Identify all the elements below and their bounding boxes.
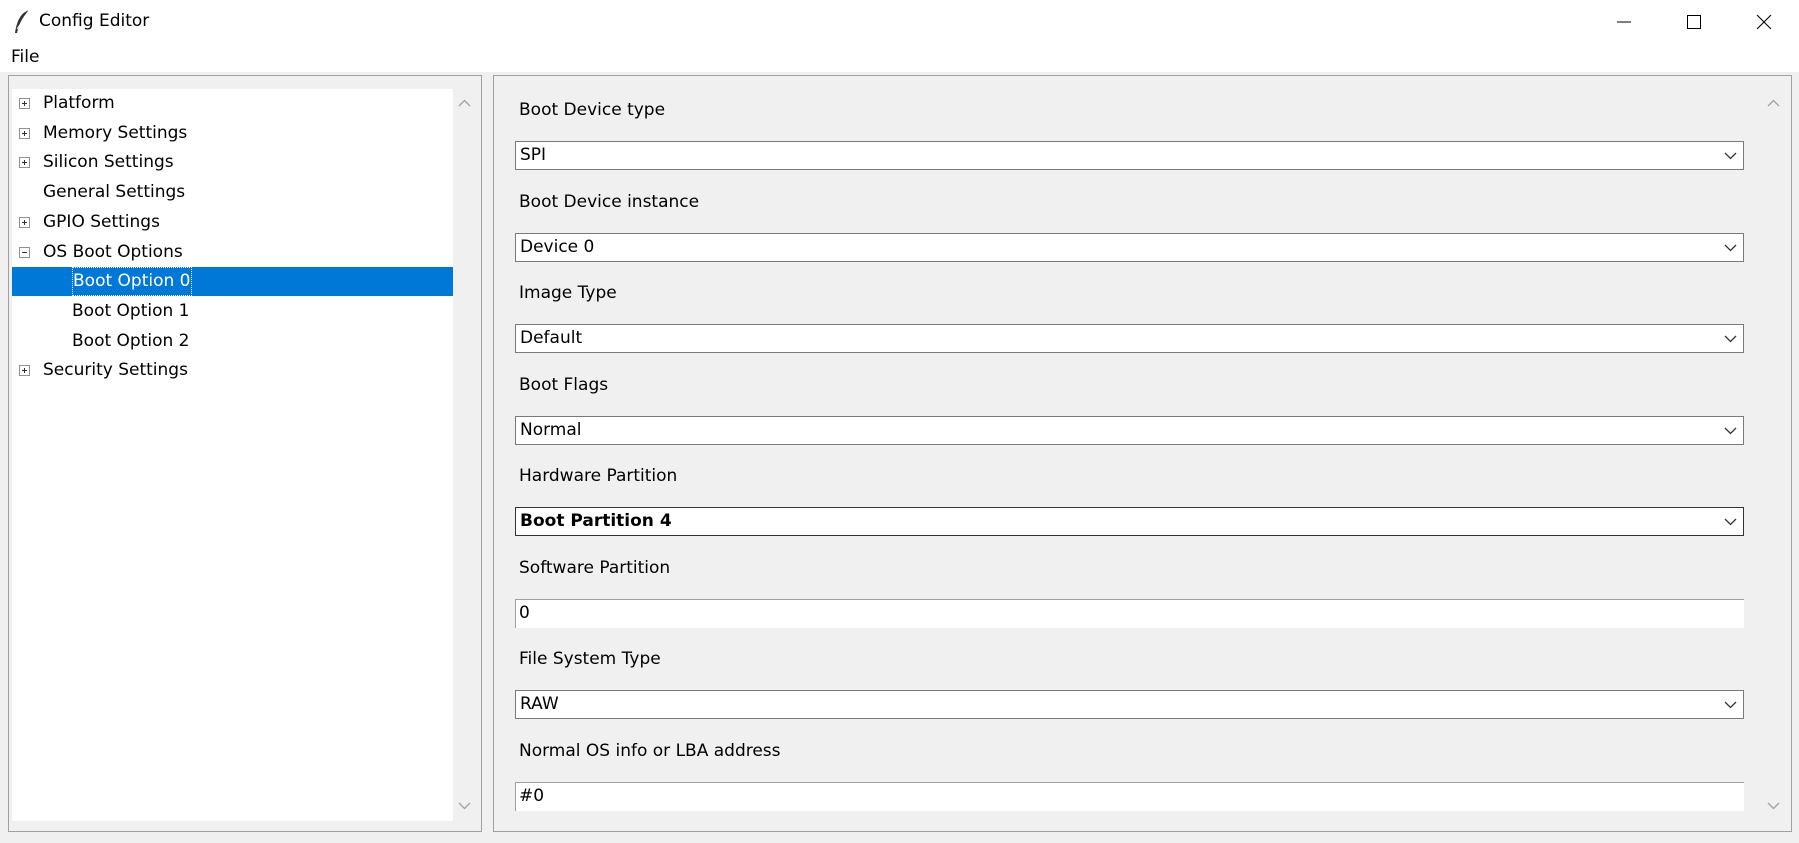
combobox[interactable]: SPI — [515, 141, 1744, 170]
chevron-down-icon[interactable] — [1724, 152, 1737, 160]
minimize-icon — [1617, 21, 1631, 23]
combobox-value: Normal — [520, 419, 582, 440]
expand-plus-icon[interactable] — [19, 157, 30, 169]
tree-item[interactable]: GPIO Settings — [12, 208, 453, 237]
text-entry[interactable]: #0 — [515, 781, 1744, 811]
chevron-down-icon[interactable] — [1767, 802, 1780, 810]
combobox-value: SPI — [520, 145, 547, 165]
text-entry-value: #0 — [519, 785, 545, 806]
tree-item[interactable]: Silicon Settings — [12, 148, 453, 177]
field-label: Boot Device instance — [519, 191, 700, 212]
tree-item[interactable]: Boot Option 2 — [12, 327, 453, 356]
tree-item[interactable]: Boot Option 0 — [12, 267, 453, 297]
chevron-down-icon[interactable] — [1724, 335, 1737, 343]
settings-tree[interactable]: Platform Memory Settings Silicon Settings G… — [12, 89, 453, 821]
field-label: Software Partition — [519, 557, 671, 578]
chevron-up-icon[interactable] — [458, 99, 471, 107]
tree-item-label: Boot Option 0 — [72, 267, 192, 297]
maximize-button[interactable] — [1659, 0, 1729, 44]
combobox[interactable]: Boot Partition 4 — [515, 507, 1744, 536]
tree-item[interactable]: Boot Option 1 — [12, 297, 453, 326]
combobox-value: RAW — [520, 694, 559, 714]
tree-item-label: Silicon Settings — [43, 152, 174, 173]
combobox-value: Default — [520, 328, 583, 348]
combobox[interactable]: Normal — [515, 415, 1744, 445]
tree-scrollbar[interactable] — [453, 89, 476, 821]
field-label: File System Type — [519, 649, 661, 669]
menu-file[interactable]: File — [9, 47, 41, 67]
field-label: Hardware Partition — [519, 466, 678, 486]
combobox[interactable]: RAW — [515, 690, 1744, 719]
text-entry-value: 0 — [519, 602, 530, 623]
close-icon — [1756, 14, 1772, 30]
tree-item[interactable]: Platform — [12, 89, 453, 118]
expand-plus-icon[interactable] — [19, 216, 30, 228]
expand-plus-icon[interactable] — [19, 365, 30, 377]
tree-item-label: OS Boot Options — [43, 241, 183, 262]
title-bar: Config Editor — [0, 0, 1799, 44]
menu-bar: File — [0, 44, 1799, 72]
expand-plus-icon[interactable] — [19, 98, 30, 109]
field-label: Normal OS info or LBA address — [519, 740, 781, 761]
form-scrollbar[interactable] — [1760, 89, 1786, 821]
tree-item[interactable]: Security Settings — [12, 356, 453, 385]
minimize-button[interactable] — [1589, 0, 1659, 44]
tree-item[interactable]: OS Boot Options — [12, 238, 453, 267]
window-bottom-edge — [0, 838, 1799, 843]
tree-item-label: Security Settings — [43, 360, 188, 381]
combobox[interactable]: Default — [515, 324, 1744, 353]
chevron-up-icon[interactable] — [1767, 99, 1780, 107]
window-title: Config Editor — [39, 11, 150, 31]
text-entry[interactable]: 0 — [515, 598, 1744, 628]
feather-icon — [15, 9, 30, 33]
tree-item[interactable]: General Settings — [12, 178, 453, 207]
collapse-minus-icon[interactable] — [19, 246, 30, 258]
tree-item-label: GPIO Settings — [43, 211, 160, 232]
expand-plus-icon[interactable] — [19, 127, 30, 139]
tree-item-label: Boot Option 1 — [72, 300, 190, 321]
field-label: Image Type — [519, 283, 617, 303]
chevron-down-icon[interactable] — [1724, 701, 1737, 709]
field-label: Boot Flags — [519, 374, 609, 395]
tree-item[interactable]: Memory Settings — [12, 119, 453, 148]
tree-item-label: Platform — [43, 93, 115, 113]
chevron-down-icon[interactable] — [1724, 427, 1737, 435]
field-label: Boot Device type — [519, 100, 666, 120]
tree-item-label: General Settings — [43, 182, 186, 203]
chevron-down-icon[interactable] — [1724, 518, 1737, 526]
maximize-icon — [1687, 15, 1701, 29]
chevron-down-icon[interactable] — [1724, 244, 1737, 252]
combobox-value: Device 0 — [520, 236, 595, 257]
tree-item-label: Boot Option 2 — [72, 330, 190, 351]
combobox-value: Boot Partition 4 — [520, 511, 672, 531]
combobox[interactable]: Device 0 — [515, 232, 1744, 262]
close-button[interactable] — [1729, 0, 1799, 44]
tree-item-label: Memory Settings — [43, 122, 188, 143]
chevron-down-icon[interactable] — [458, 802, 471, 810]
